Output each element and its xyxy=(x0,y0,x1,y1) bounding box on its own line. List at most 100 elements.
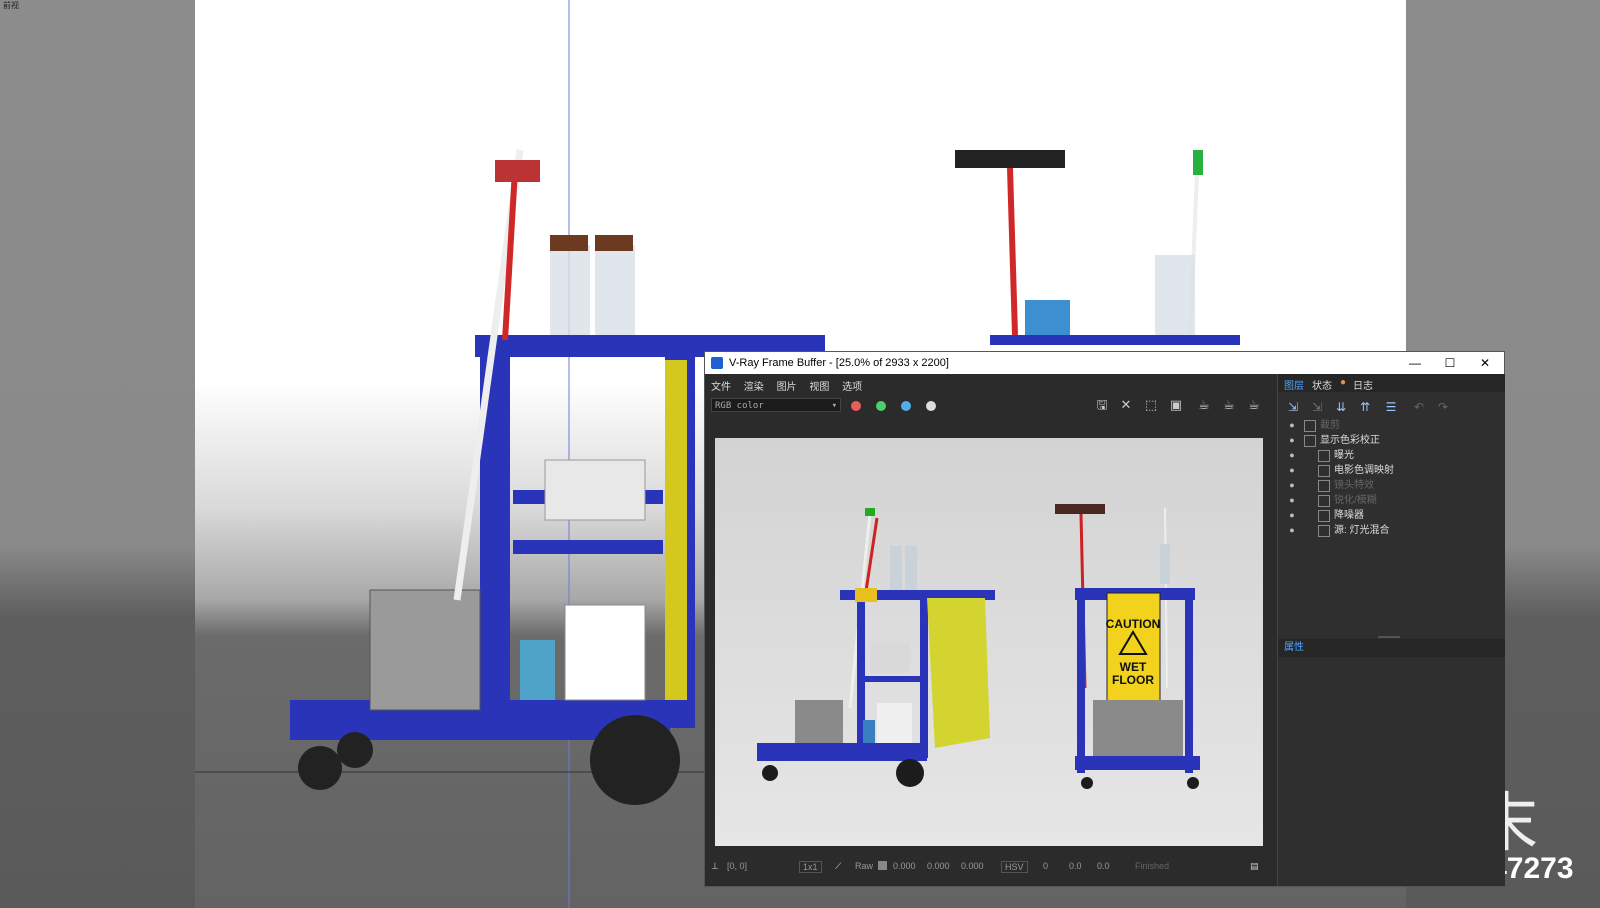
vray-logo-icon xyxy=(711,357,723,369)
render-state: Finished xyxy=(1135,861,1170,871)
s-value: 0.0 xyxy=(1069,861,1082,871)
vfb-menubar: 文件 渲染 图片 视图 选项 xyxy=(705,374,1273,393)
raw-label: Raw xyxy=(855,861,874,871)
layers-toolbar: ⇲ ⇲ ⇊ ⇈ ☰ ↶ ↷ xyxy=(1278,396,1505,418)
splitter-handle[interactable] xyxy=(1378,636,1400,638)
render-image-svg: CAUTION WET FLOOR xyxy=(715,438,1263,846)
eye-icon[interactable]: ● xyxy=(1286,448,1298,463)
layer-label: 电影色调映射 xyxy=(1334,465,1394,476)
clear-image-icon[interactable]: ✕ xyxy=(1117,396,1135,414)
layer-item[interactable]: ● 显示色彩校正 xyxy=(1282,433,1501,448)
channel-select[interactable]: RGB color ▾ xyxy=(711,398,841,412)
layers-panel: 图层 状态 ● 日志 ⇲ ⇲ ⇊ ⇈ ☰ ↶ ↷ ● 裁剪 ● 显示色彩校正 ●… xyxy=(1277,374,1505,886)
menu-image[interactable]: 图片 xyxy=(771,374,801,393)
b-value: 0.000 xyxy=(961,861,984,871)
layer-label: 显示色彩校正 xyxy=(1320,435,1380,446)
menu-view[interactable]: 视图 xyxy=(803,374,833,393)
tab-stats[interactable]: 状态 xyxy=(1312,377,1332,392)
eye-icon[interactable]: ● xyxy=(1286,523,1298,538)
tab-log-dot-icon: ● xyxy=(1340,377,1347,388)
console-icon[interactable]: ▤ xyxy=(1250,861,1259,872)
eye-icon[interactable]: ● xyxy=(1286,463,1298,478)
region-render-icon[interactable]: ⬚ xyxy=(1142,396,1160,414)
pick-icon[interactable]: ⟋ xyxy=(835,861,841,872)
eye-icon[interactable]: ● xyxy=(1286,493,1298,508)
pin-icon[interactable]: ⊥ xyxy=(711,861,719,872)
layer-label: 裁剪 xyxy=(1320,420,1340,431)
remove-layer-icon[interactable]: ⇲ xyxy=(1308,398,1326,416)
properties-header: 属性 xyxy=(1278,639,1505,657)
eye-icon[interactable]: ● xyxy=(1286,508,1298,523)
wet-text: WET xyxy=(1120,660,1147,674)
minimize-button[interactable]: — xyxy=(1398,352,1432,374)
channel-select-value: RGB color xyxy=(715,401,764,411)
layer-item[interactable]: ● 镜头特效 xyxy=(1282,478,1501,493)
viewport-label: 前视 xyxy=(3,1,19,10)
chevron-down-icon: ▾ xyxy=(831,401,837,411)
red-channel-toggle[interactable] xyxy=(851,401,861,411)
h-value: 0 xyxy=(1043,861,1049,871)
layer-type-icon xyxy=(1318,465,1330,477)
vfb-title: V-Ray Frame Buffer - [25.0% of 2933 x 22… xyxy=(729,357,949,369)
load-layers-icon[interactable]: ⇈ xyxy=(1356,398,1374,416)
interactive-render-icon[interactable]: ☕ xyxy=(1245,396,1263,414)
layer-list-icon[interactable]: ☰ xyxy=(1382,398,1400,416)
render-teapot-icon[interactable]: ☕ xyxy=(1195,396,1213,414)
vfb-titlebar[interactable]: V-Ray Frame Buffer - [25.0% of 2933 x 22… xyxy=(705,352,1504,374)
green-channel-toggle[interactable] xyxy=(876,401,886,411)
layers-panel-tabs: 图层 状态 ● 日志 xyxy=(1278,374,1505,392)
menu-options[interactable]: 选项 xyxy=(836,374,866,393)
layer-label: 源: 灯光混合 xyxy=(1334,525,1390,536)
menu-file[interactable]: 文件 xyxy=(705,374,735,393)
layer-item[interactable]: ● 裁剪 xyxy=(1282,418,1501,433)
layer-type-icon xyxy=(1304,435,1316,447)
r-value: 0.000 xyxy=(893,861,916,871)
layer-type-icon xyxy=(1318,525,1330,537)
menu-render[interactable]: 渲染 xyxy=(738,374,768,393)
alpha-channel-toggle[interactable] xyxy=(926,401,936,411)
tab-layers[interactable]: 图层 xyxy=(1284,377,1304,392)
layer-type-icon xyxy=(1318,495,1330,507)
layer-item[interactable]: ● 降噪器 xyxy=(1282,508,1501,523)
layer-type-icon xyxy=(1304,420,1316,432)
add-layer-icon[interactable]: ⇲ xyxy=(1284,398,1302,416)
layer-type-icon xyxy=(1318,510,1330,522)
v-value: 0.0 xyxy=(1097,861,1110,871)
layer-list: ● 裁剪 ● 显示色彩校正 ● 曝光 ● 电影色调映射 ● 镜头特效 ● 锐化/… xyxy=(1282,418,1501,558)
layer-item[interactable]: ● 锐化/模糊 xyxy=(1282,493,1501,508)
render-image[interactable]: CAUTION WET FLOOR xyxy=(715,438,1263,846)
layer-type-icon xyxy=(1318,480,1330,492)
vfb-statusbar: ⊥ [0, 0] 1x1 ⟋ Raw 0.000 0.000 0.000 HSV… xyxy=(705,852,1273,882)
layer-label: 降噪器 xyxy=(1334,510,1364,521)
save-layers-icon[interactable]: ⇊ xyxy=(1332,398,1350,416)
maximize-button[interactable]: ☐ xyxy=(1433,352,1467,374)
redo-icon[interactable]: ↷ xyxy=(1434,398,1452,416)
layer-label: 镜头特效 xyxy=(1334,480,1374,491)
layer-label: 曝光 xyxy=(1334,450,1354,461)
caution-text: CAUTION xyxy=(1106,617,1161,631)
vfb-toolbar: RGB color ▾ 🖫 ✕ ⬚ ▣ ☕ ☕ ☕ xyxy=(705,392,1273,422)
close-button[interactable]: ✕ xyxy=(1468,352,1502,374)
blue-channel-toggle[interactable] xyxy=(901,401,911,411)
undo-icon[interactable]: ↶ xyxy=(1410,398,1428,416)
eye-icon[interactable]: ● xyxy=(1286,418,1298,433)
layer-label: 锐化/模糊 xyxy=(1334,495,1377,506)
color-swatch xyxy=(878,861,887,870)
ratio-select[interactable]: 1x1 xyxy=(799,861,822,873)
layer-item[interactable]: ● 曝光 xyxy=(1282,448,1501,463)
stop-render-icon[interactable]: ☕ xyxy=(1220,396,1238,414)
floor-text: FLOOR xyxy=(1112,673,1154,687)
eye-icon[interactable]: ● xyxy=(1286,478,1298,493)
track-mouse-icon[interactable]: ▣ xyxy=(1167,396,1185,414)
layer-type-icon xyxy=(1318,450,1330,462)
vray-frame-buffer-window[interactable]: V-Ray Frame Buffer - [25.0% of 2933 x 22… xyxy=(704,351,1505,887)
save-icon[interactable]: 🖫 xyxy=(1093,396,1111,414)
layer-item[interactable]: ● 电影色调映射 xyxy=(1282,463,1501,478)
eye-icon[interactable]: ● xyxy=(1286,433,1298,448)
right-cart-model xyxy=(955,149,1240,345)
colorspace-select[interactable]: HSV xyxy=(1001,861,1028,873)
g-value: 0.000 xyxy=(927,861,950,871)
coords-readout: [0, 0] xyxy=(727,861,748,871)
tab-log[interactable]: 日志 xyxy=(1353,377,1373,392)
layer-item[interactable]: ● 源: 灯光混合 xyxy=(1282,523,1501,538)
